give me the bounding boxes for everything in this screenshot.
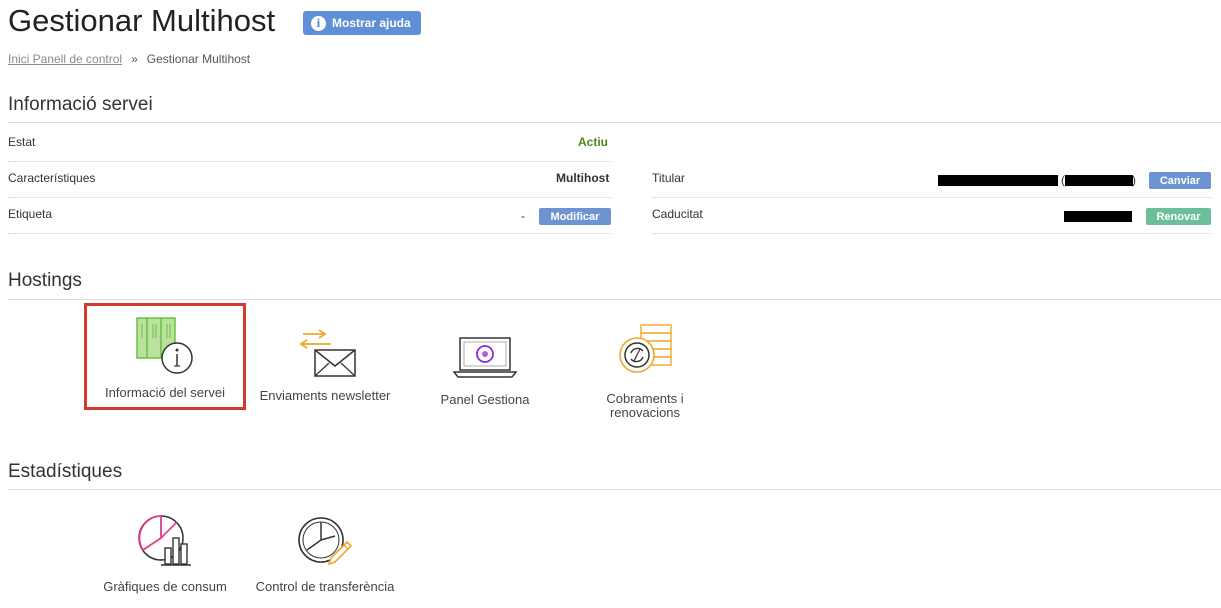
tile-consumption-charts[interactable]: Gràfiques de consum <box>90 510 240 600</box>
server-info-icon <box>136 317 193 374</box>
canviar-button[interactable]: Canviar <box>1149 172 1211 189</box>
statistics-title: Estadístiques <box>8 461 123 482</box>
hostings-title: Hostings <box>8 270 82 291</box>
tile-billing-renewals[interactable]: Cobraments i renovacions <box>580 303 710 423</box>
estat-value: Actiu <box>578 135 608 149</box>
row-divider <box>8 161 612 162</box>
etiqueta-value: - <box>521 209 525 223</box>
statistics-divider <box>8 489 1221 490</box>
redacted-caducitat-date <box>1064 211 1132 222</box>
transfer-control-icon <box>298 517 353 566</box>
coins-renewal-icon <box>619 324 672 373</box>
consumption-chart-icon <box>138 515 191 566</box>
tile-service-info[interactable]: Informació del servei <box>84 303 246 410</box>
etiqueta-label: Etiqueta <box>8 207 53 221</box>
service-info-title: Informació servei <box>8 94 153 115</box>
row-divider <box>8 197 612 198</box>
redacted-titular-id <box>1065 175 1133 186</box>
breadcrumb-current: Gestionar Multihost <box>146 52 251 66</box>
caducitat-label: Caducitat <box>652 207 703 221</box>
show-help-button[interactable]: i Mostrar ajuda <box>303 11 421 35</box>
tile-panel-gestiona[interactable]: Panel Gestiona <box>420 303 550 410</box>
row-divider <box>8 233 612 234</box>
row-divider <box>652 233 1212 234</box>
tile-label: Panel Gestiona <box>440 392 530 407</box>
row-divider <box>652 197 1212 198</box>
hostings-divider <box>8 299 1221 300</box>
redacted-titular-name <box>938 175 1058 186</box>
tile-label-line2: renovacions <box>609 405 681 420</box>
newsletter-envelope-icon <box>299 329 356 377</box>
tile-label-line1: Cobraments i <box>606 391 684 406</box>
page-title: Gestionar Multihost <box>8 3 276 38</box>
titular-paren-close: ) <box>1132 173 1136 187</box>
breadcrumb: Inici Panell de control » Gestionar Mult… <box>8 52 250 66</box>
modificar-button[interactable]: Modificar <box>539 208 611 225</box>
titular-label: Titular <box>652 171 685 185</box>
service-info-divider <box>8 122 1221 123</box>
show-help-label: Mostrar ajuda <box>332 16 411 30</box>
breadcrumb-home-link[interactable]: Inici Panell de control <box>8 52 122 66</box>
tile-newsletter[interactable]: Enviaments newsletter <box>250 303 400 410</box>
tile-label: Informació del servei <box>105 385 225 400</box>
breadcrumb-separator: » <box>131 52 138 66</box>
renovar-button[interactable]: Renovar <box>1146 208 1211 225</box>
caracteristiques-label: Característiques <box>8 171 96 185</box>
tile-label: Gràfiques de consum <box>103 579 227 594</box>
tile-label: Control de transferència <box>255 579 395 594</box>
caracteristiques-value: Multihost <box>556 171 610 185</box>
estat-label: Estat <box>8 135 36 149</box>
laptop-gestiona-icon <box>452 337 518 378</box>
tile-transfer-control[interactable]: Control de transferència <box>245 510 405 600</box>
tile-label: Enviaments newsletter <box>259 388 391 403</box>
info-icon: i <box>311 15 326 31</box>
